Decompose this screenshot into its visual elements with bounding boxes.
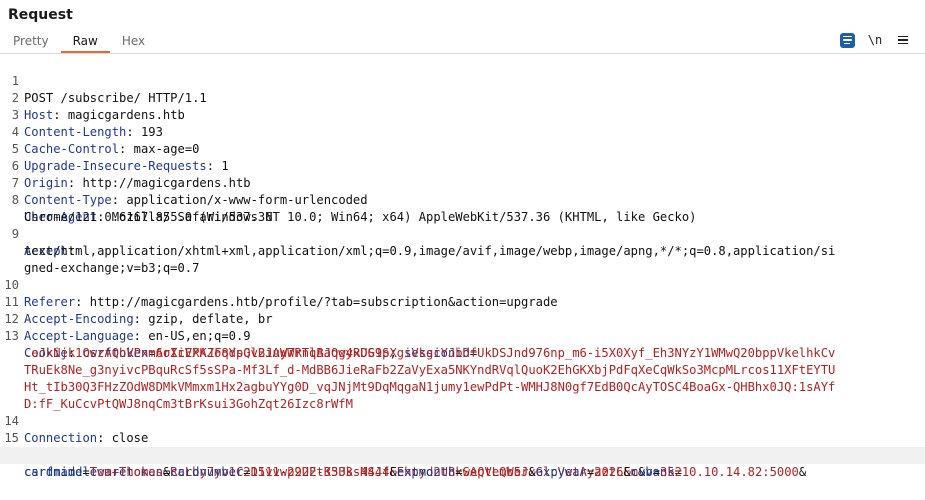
editor-line-wrap: text/html,application/xhtml+xml,applicat… [0, 226, 925, 258]
editor-line: 4 Cache-Control: max-age=0 [0, 107, 925, 156]
param-value: Tom+Thomas [89, 465, 163, 479]
param-name: cardname [24, 465, 83, 479]
editor-line: 1 POST /subscribe/ HTTP/1.1 [0, 56, 925, 105]
editor-line: 10 Referer: http://magicgardens.htb/prof… [0, 260, 925, 309]
editor-line: 5 Upgrade-Insecure-Requests: 1 [0, 124, 925, 173]
editor-line-wrap: Chrome/121.0.6167.85 Safari/537.36 [0, 192, 925, 224]
param-value: 10.10.14.82:5000 [681, 465, 799, 479]
tab-hex[interactable]: Hex [110, 31, 157, 53]
wrap-lines-icon [839, 32, 855, 48]
view-tabs: Pretty Raw Hex [0, 31, 157, 53]
editor-toolbar: \n [833, 31, 917, 49]
hamburger-icon [898, 35, 908, 45]
param-value: 352 [660, 465, 682, 479]
request-editor[interactable]: 1 POST /subscribe/ HTTP/1.1 2 Host: magi… [0, 56, 925, 500]
editor-menu-button[interactable] [889, 31, 917, 49]
editor-line-wrap: TRuEk8Ne_g3nyivcPBquRcSf5sSPa-Mf3Lf_d-Md… [0, 345, 925, 377]
editor-line: 15 [0, 413, 925, 445]
tab-pretty[interactable]: Pretty [0, 31, 61, 53]
editor-line: 16 csrfmiddlewaretoken=RcLby7yv1C2D5vvwp… [0, 430, 925, 479]
param-value: 1111-2222-3333-4444 [250, 465, 390, 479]
editor-line: 13 Cookie: csrftoken=ArXcEXKZF8YsQvBJuyW… [0, 311, 925, 360]
editor-line: 6 Origin: http://magicgardens.htb [0, 141, 925, 190]
editor-line: 7 Content-Type: application/x-www-form-u… [0, 158, 925, 207]
editor-line: 8 User-Agent: Mozilla/5.0 (Windows NT 10… [0, 175, 925, 224]
wrap-lines-button[interactable] [833, 31, 861, 49]
param-value: 2026 [594, 465, 624, 479]
editor-line: 3 Content-Length: 193 [0, 90, 925, 139]
tabs-divider [0, 53, 925, 54]
editor-line-wrap: D:fF_KuCcvPtQWJ8nqCm3tBrKsui3GohZqt26Izc… [0, 379, 925, 411]
show-newlines-button[interactable]: \n [861, 31, 889, 49]
editor-line-wrap-current: cardname=Tom+Thomas&cardnumber=1111-2222… [0, 447, 925, 479]
newline-label: \n [867, 33, 883, 47]
param-name: cardnumber [170, 465, 244, 479]
panel-title: Request [8, 7, 73, 23]
editor-line: 9 Accept: [0, 209, 925, 258]
tab-raw[interactable]: Raw [60, 31, 110, 53]
param-name: expyear [535, 465, 587, 479]
param-value: September [462, 465, 529, 479]
editor-line-wrap: gned-exchange;v=b3;q=0.7 [0, 243, 925, 275]
editor-line: 14 Connection: close [0, 396, 925, 445]
editor-line: 12 Accept-Language: en-US,en;q=0.9 [0, 294, 925, 343]
param-name: cvv [630, 465, 653, 479]
editor-line: 11 Accept-Encoding: gzip, deflate, br [0, 277, 925, 326]
editor-line-wrap: Ht_tIb30Q3FHzZOdW8DMkVMmxm1Hx2agbuYYg0D_… [0, 362, 925, 394]
editor-line-wrap: .eJxNjk1OwzAQhVPxm6oIiVPAJoqdpGl2iAW7rnq… [0, 328, 925, 360]
param-name: expmonth [396, 465, 456, 479]
editor-line: 2 Host: magicgardens.htb [0, 73, 925, 122]
